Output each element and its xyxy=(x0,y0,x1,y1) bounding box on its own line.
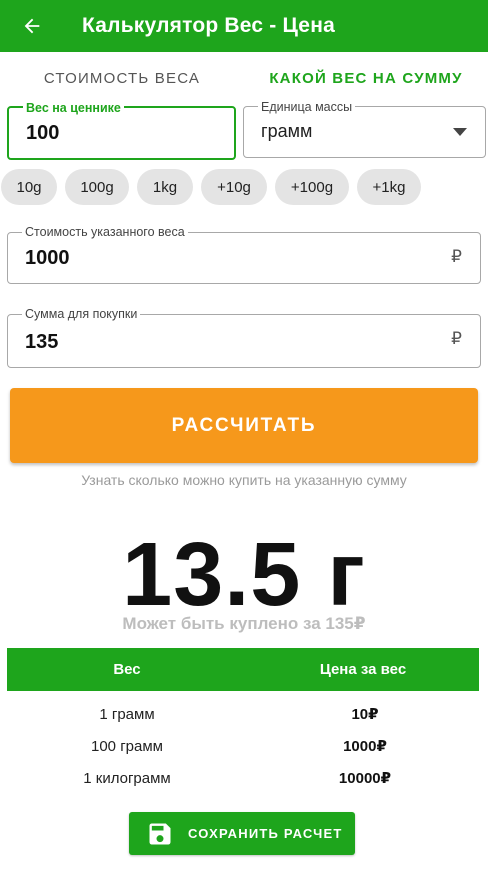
price-field[interactable]: Стоимость указанного веса 1000 ₽ xyxy=(7,224,481,284)
weight-field-label: Вес на ценнике xyxy=(23,100,124,116)
header-price: Цена за вес xyxy=(319,661,407,678)
unit-select-value: грамм xyxy=(261,121,313,141)
sum-field[interactable]: Сумма для покупки 135 ₽ xyxy=(7,306,481,368)
row-weight: 1 килограмм xyxy=(83,769,171,787)
ruble-sign: ₽ xyxy=(451,247,462,266)
floppy-disk-icon xyxy=(149,823,171,844)
back-button[interactable] xyxy=(0,0,64,52)
price-table-header: Вес Цена за вес xyxy=(7,648,479,691)
arrow-left-icon xyxy=(24,18,40,34)
row-price: 10000₽ xyxy=(338,770,392,787)
row-price: 1000₽ xyxy=(343,738,387,755)
sum-field-label: Сумма для покупки xyxy=(22,306,141,322)
table-row: 100 грамм 1000₽ xyxy=(7,730,479,762)
dropdown-arrow-icon xyxy=(453,128,467,136)
weight-field[interactable]: Вес на ценнике 100 xyxy=(7,100,236,160)
weight-field-value: 100 xyxy=(26,122,60,144)
app-bar: Калькулятор Вес - Цена xyxy=(0,0,488,52)
sum-field-value: 135 xyxy=(25,331,59,353)
result-subtitle: Может быть куплено за 135₽ xyxy=(122,614,366,633)
calculate-hint: Узнать сколько можно купить на указанную… xyxy=(81,472,407,488)
chip-plus-10g[interactable]: +10g xyxy=(201,169,267,205)
tab-weight-for-sum[interactable]: КАКОЙ ВЕС НА СУММУ xyxy=(244,52,488,104)
header-weight: Вес xyxy=(113,661,141,678)
row-price: 10₽ xyxy=(351,706,379,723)
chip-plus-100g[interactable]: +100g xyxy=(275,169,349,205)
ruble-sign: ₽ xyxy=(451,329,462,348)
quick-weight-chips: 10g 100g 1kg +10g +100g +1kg xyxy=(0,169,488,205)
unit-select-label: Единица массы xyxy=(258,99,356,115)
app-title: Калькулятор Вес - Цена xyxy=(82,14,335,37)
price-field-value: 1000 xyxy=(25,247,70,269)
table-row: 1 грамм 10₽ xyxy=(7,698,479,730)
table-row: 1 килограмм 10000₽ xyxy=(7,762,479,794)
chip-10g[interactable]: 10g xyxy=(1,169,57,205)
row-weight: 1 грамм xyxy=(99,705,155,723)
unit-select[interactable]: Единица массы грамм xyxy=(243,99,486,158)
price-field-label: Стоимость указанного веса xyxy=(22,224,188,240)
price-table: 1 грамм 10₽ 100 грамм 1000₽ 1 килограмм … xyxy=(7,698,479,794)
save-calculation-button[interactable]: СОХРАНИТЬ РАСЧЕТ xyxy=(129,812,355,855)
calculate-button[interactable]: РАССЧИТАТЬ xyxy=(10,388,478,463)
row-weight: 100 грамм xyxy=(91,737,163,755)
chip-100g[interactable]: 100g xyxy=(65,169,129,205)
tab-weight-cost[interactable]: СТОИМОСТЬ ВЕСА xyxy=(0,52,244,104)
chip-plus-1kg[interactable]: +1kg xyxy=(357,169,421,205)
chip-1kg[interactable]: 1kg xyxy=(137,169,193,205)
save-button-label: СОХРАНИТЬ РАСЧЕТ xyxy=(188,826,343,841)
tab-bar: СТОИМОСТЬ ВЕСА КАКОЙ ВЕС НА СУММУ xyxy=(0,52,488,104)
